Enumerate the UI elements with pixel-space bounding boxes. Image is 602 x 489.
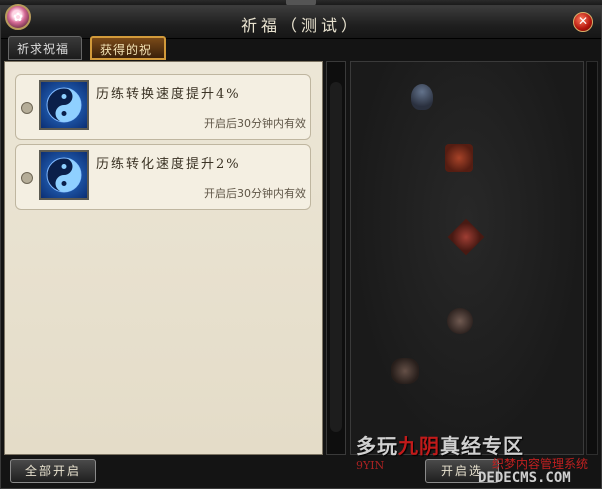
- window-title: 祈福（测试）: [240, 16, 361, 35]
- taichi-icon: [39, 80, 89, 130]
- scroll-track[interactable]: [330, 82, 342, 432]
- blessing-item[interactable]: 历练转化速度提升2% 开启后30分钟内有效: [15, 144, 311, 210]
- blessing-item[interactable]: 历练转换速度提升4% 开启后30分钟内有效: [15, 74, 311, 140]
- altar-scene-panel: [350, 61, 584, 455]
- blessing-list-panel: 历练转换速度提升4% 开启后30分钟内有效 历练转化速度提升2% 开启后30分钟…: [4, 61, 323, 455]
- coin-pouch-icon: [447, 308, 473, 334]
- blessing-desc: 开启后30分钟内有效: [204, 117, 306, 130]
- select-radio[interactable]: [21, 102, 33, 114]
- taichi-icon: [39, 150, 89, 200]
- watermark-url: 9YIN: [356, 459, 385, 472]
- close-button[interactable]: ✕: [573, 12, 593, 32]
- treasure-chest-icon: [445, 144, 473, 172]
- open-all-button[interactable]: 全部开启: [10, 459, 96, 483]
- figure-icon: [411, 84, 433, 110]
- watermark-red: 九阴: [398, 434, 440, 458]
- title-bar[interactable]: ✿ 祈福（测试） ✕: [1, 4, 601, 39]
- blessing-name: 历练转换速度提升4%: [96, 87, 241, 102]
- scroll-seal-icon: [447, 218, 485, 256]
- scene-scrollbar[interactable]: [586, 61, 598, 455]
- tab-pray-blessing[interactable]: 祈求祝福: [8, 36, 82, 60]
- select-radio[interactable]: [21, 172, 33, 184]
- list-scrollbar[interactable]: [326, 61, 346, 455]
- tab-received-blessing[interactable]: 获得的祝福: [90, 36, 166, 81]
- blessing-name: 历练转化速度提升2%: [96, 157, 241, 172]
- two-figures-icon: [391, 358, 419, 384]
- watermark-dede-url: DEDECMS.COM: [478, 470, 571, 486]
- blessing-desc: 开启后30分钟内有效: [204, 187, 306, 200]
- watermark-prefix: 多玩: [356, 434, 398, 458]
